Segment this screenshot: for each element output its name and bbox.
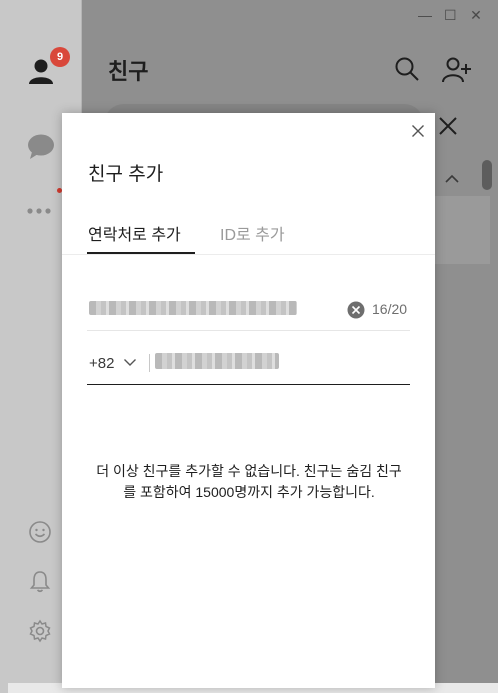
tab-add-by-id[interactable]: ID로 추가 (220, 221, 285, 245)
close-icon[interactable] (438, 116, 458, 136)
list-item (434, 196, 490, 264)
divider (62, 254, 435, 255)
gear-icon[interactable] (28, 619, 52, 643)
search-icon[interactable] (394, 56, 420, 82)
minimize-button[interactable]: — (418, 8, 432, 22)
window-close-button[interactable]: ✕ (470, 8, 482, 22)
divider (149, 354, 150, 372)
phone-number-field[interactable]: +82 (87, 345, 410, 385)
character-count: 16/20 (372, 301, 408, 317)
emoji-icon[interactable] (28, 520, 52, 544)
friend-name-field[interactable]: 16/20 (87, 291, 410, 331)
country-code[interactable]: +82 (89, 355, 114, 372)
more-icon[interactable] (26, 207, 56, 215)
friend-name-value (89, 301, 297, 315)
notification-badge: 9 (50, 47, 70, 67)
scrollbar[interactable] (482, 160, 492, 190)
page-title: 친구 (108, 59, 149, 84)
chat-icon[interactable] (26, 132, 56, 160)
chevron-down-icon[interactable] (123, 357, 137, 367)
maximize-button[interactable]: ☐ (444, 8, 457, 22)
phone-number-value (155, 353, 279, 369)
add-friend-icon[interactable] (442, 56, 472, 84)
chevron-up-icon[interactable] (444, 174, 460, 184)
clear-icon[interactable] (347, 301, 365, 319)
dialog-title: 친구 추가 (88, 164, 164, 185)
close-icon[interactable] (411, 124, 425, 138)
add-friend-dialog: 친구 추가 연락처로 추가 ID로 추가 16/20 +82 더 이상 친구를 … (62, 113, 435, 688)
friend-limit-message: 더 이상 친구를 추가할 수 없습니다. 친구는 숨김 친구를 포함하여 150… (96, 463, 402, 500)
tab-add-by-contact[interactable]: 연락처로 추가 (88, 221, 181, 245)
bell-icon[interactable] (29, 569, 51, 593)
